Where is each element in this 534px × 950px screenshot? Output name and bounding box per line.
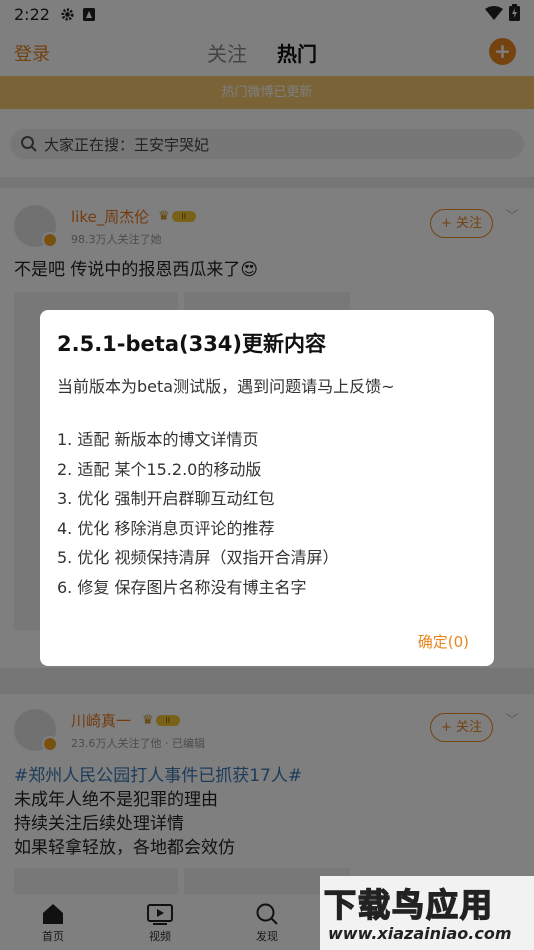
confirm-button[interactable]: 确定(0) [418,631,469,652]
dialog-subtitle: 当前版本为beta测试版，遇到问题请马上反馈~ [57,377,395,396]
changelog-item: 2. 适配 某个15.2.0的移动版 [57,459,262,479]
changelog-item: 1. 适配 新版本的博文详情页 [57,430,259,449]
changelog-list: 1. 适配 新版本的博文详情页 2. 适配 某个15.2.0的移动版 3. 优化… [57,425,338,603]
watermark: 下载鸟应用 www.xiazainiao.com [320,876,534,950]
update-dialog: 2.5.1-beta(334)更新内容 当前版本为beta测试版，遇到问题请马上… [40,310,494,666]
changelog-item: 3. 优化 强制开启群聊互动红包 [57,489,275,509]
changelog-item: 5. 优化 视频保持清屏（双指开合清屏） [57,548,339,568]
changelog-item: 4. 优化 移除消息页评论的推荐 [57,518,275,538]
watermark-logo: 下载鸟应用 [323,885,495,925]
dialog-title: 2.5.1-beta(334)更新内容 [57,332,327,356]
changelog-item: 6. 修复 保存图片名称没有博主名字 [57,577,307,597]
watermark-url: www.xiazainiao.com [328,924,512,943]
